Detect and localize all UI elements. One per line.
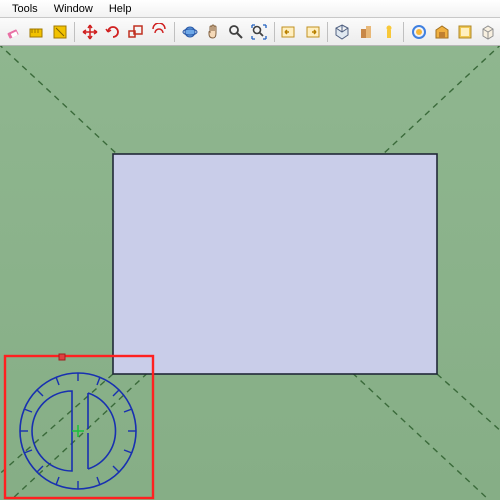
move-tool-button[interactable] <box>78 20 101 44</box>
box-tool-button[interactable] <box>477 20 500 44</box>
snap-endpoint <box>59 354 65 360</box>
person-tool-button[interactable] <box>377 20 400 44</box>
styles-button[interactable] <box>407 20 430 44</box>
components-button[interactable] <box>454 20 477 44</box>
3d-viewport[interactable] <box>0 46 500 500</box>
pan-tool-button[interactable] <box>201 20 224 44</box>
toolbar-separator <box>274 22 275 42</box>
rotate-tool-button[interactable] <box>102 20 125 44</box>
toolbar-separator <box>74 22 75 42</box>
warehouse-button[interactable] <box>431 20 454 44</box>
iso-view-button[interactable] <box>331 20 354 44</box>
toolbar-separator <box>403 22 404 42</box>
menu-window[interactable]: Window <box>46 2 101 16</box>
zoom-extents-tool-button[interactable] <box>248 20 271 44</box>
building-tool-button[interactable] <box>354 20 377 44</box>
offset-tool-button[interactable] <box>148 20 171 44</box>
eraser-tool-button[interactable] <box>2 20 25 44</box>
zoom-tool-button[interactable] <box>224 20 247 44</box>
main-toolbar <box>0 18 500 46</box>
orbit-tool-button[interactable] <box>178 20 201 44</box>
menu-tools[interactable]: Tools <box>4 2 46 16</box>
tape-measure-tool-button[interactable] <box>25 20 48 44</box>
toolbar-separator <box>327 22 328 42</box>
menu-bar: Tools Window Help <box>0 0 500 18</box>
next-view-button[interactable] <box>301 20 324 44</box>
menu-help[interactable]: Help <box>101 2 140 16</box>
scale-tool-button[interactable] <box>125 20 148 44</box>
rectangle-face <box>113 154 437 374</box>
toolbar-separator <box>174 22 175 42</box>
previous-view-button[interactable] <box>278 20 301 44</box>
scene-canvas <box>0 46 500 500</box>
dimension-tool-button[interactable] <box>48 20 71 44</box>
